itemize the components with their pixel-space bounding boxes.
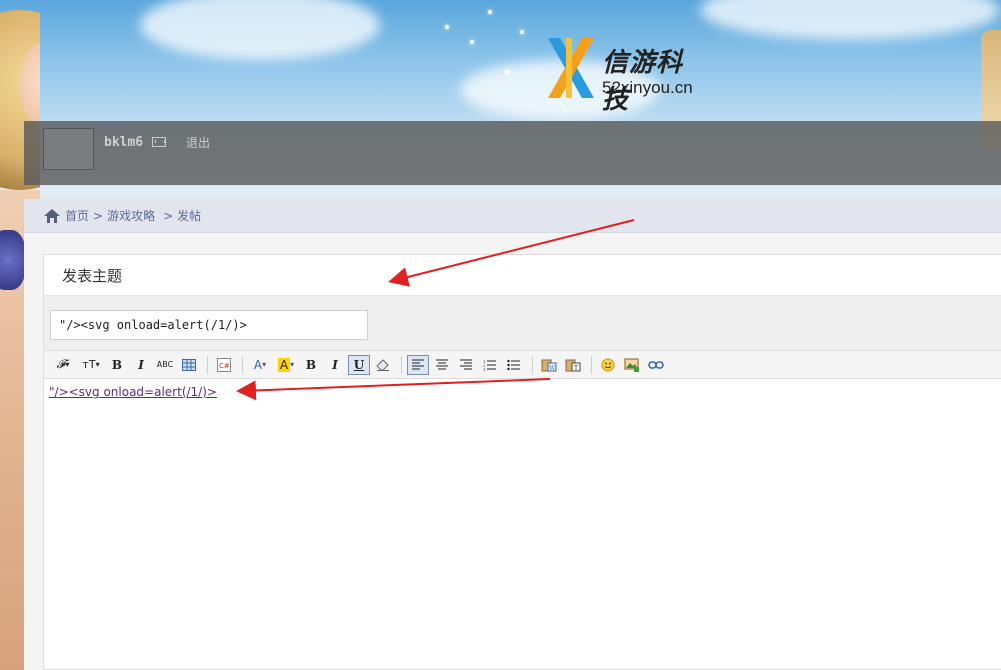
main-panel: 首页 > 游戏攻略 > 发帖 发表主题 𝓕▾ тT▾ B I ABC C# A▾… bbox=[24, 199, 1001, 670]
home-icon[interactable] bbox=[44, 208, 60, 223]
breadcrumb-separator: > bbox=[93, 208, 104, 223]
underline-button[interactable]: U bbox=[348, 354, 370, 375]
editor-text-link[interactable]: "/><svg onload=alert(/1/)> bbox=[49, 385, 217, 399]
toolbar-divider bbox=[591, 355, 592, 374]
subject-input[interactable] bbox=[50, 310, 368, 340]
paste-text-icon[interactable]: T bbox=[562, 355, 584, 375]
toolbar-divider bbox=[242, 355, 243, 374]
editor-content-area[interactable]: "/><svg onload=alert(/1/)> bbox=[44, 379, 1001, 639]
cloud bbox=[700, 0, 1000, 40]
post-form: 发表主题 𝓕▾ тT▾ B I ABC C# A▾ A▾ B I U bbox=[43, 254, 1001, 670]
toolbar-divider bbox=[207, 355, 208, 374]
toolbar-divider bbox=[532, 355, 533, 374]
sparkle bbox=[520, 30, 524, 34]
link-icon[interactable] bbox=[645, 355, 667, 375]
breadcrumb-current: 发帖 bbox=[177, 209, 202, 223]
svg-text:T: T bbox=[574, 365, 578, 372]
breadcrumb-home[interactable]: 首页 bbox=[65, 207, 89, 224]
align-right-icon[interactable] bbox=[455, 355, 477, 375]
italic-button[interactable]: I bbox=[130, 355, 152, 375]
username-link[interactable]: bklm6 bbox=[104, 135, 143, 150]
editor-toolbar: 𝓕 ▾ тT ▾ B I ABC C# A ▾ A ▾ B I U 1 2 3 … bbox=[44, 351, 1001, 379]
ordered-list-icon[interactable]: 123 bbox=[479, 355, 501, 375]
site-logo[interactable]: 信游科技 52xinyou.cn bbox=[546, 36, 706, 115]
eraser-icon[interactable] bbox=[372, 355, 394, 375]
font-size-icon[interactable]: тT ▾ bbox=[78, 355, 104, 375]
user-bar: bklm6 退出 bbox=[24, 121, 1001, 185]
sparkle bbox=[445, 25, 449, 29]
code-icon[interactable]: C# bbox=[213, 355, 235, 375]
sparkle bbox=[470, 40, 474, 44]
cloud bbox=[140, 0, 380, 60]
breadcrumb: 首页 > 游戏攻略 > 发帖 bbox=[24, 199, 1001, 233]
table-icon[interactable] bbox=[178, 355, 200, 375]
logout-link[interactable]: 退出 bbox=[186, 134, 210, 151]
svg-text:3: 3 bbox=[483, 367, 486, 371]
bold-button[interactable]: B bbox=[106, 355, 128, 375]
font-family-icon[interactable]: 𝓕 ▾ bbox=[50, 355, 76, 375]
sparkle bbox=[488, 10, 492, 14]
breadcrumb-category[interactable]: 游戏攻略 bbox=[107, 207, 155, 224]
breadcrumb-separator: > bbox=[163, 208, 174, 223]
align-left-icon[interactable] bbox=[407, 354, 429, 375]
message-icon[interactable] bbox=[152, 137, 166, 147]
svg-text:W: W bbox=[549, 365, 556, 372]
unordered-list-icon[interactable] bbox=[503, 355, 525, 375]
smiley-icon[interactable] bbox=[597, 355, 619, 375]
page-title: 发表主题 bbox=[44, 255, 1001, 296]
svg-text:C#: C# bbox=[219, 362, 230, 370]
x-logo-icon bbox=[548, 38, 594, 98]
italic-button-2[interactable]: I bbox=[324, 355, 346, 375]
image-icon[interactable] bbox=[621, 355, 643, 375]
strikethrough-button[interactable]: ABC bbox=[154, 355, 176, 375]
bold-button-2[interactable]: B bbox=[300, 355, 322, 375]
background-color-button[interactable]: A ▾ bbox=[274, 355, 298, 375]
toolbar-divider bbox=[401, 355, 402, 374]
paste-word-icon[interactable]: W bbox=[538, 355, 560, 375]
align-center-icon[interactable] bbox=[431, 355, 453, 375]
avatar[interactable] bbox=[43, 128, 94, 170]
logo-english-text: 52xinyou.cn bbox=[602, 78, 693, 97]
sparkle bbox=[505, 70, 509, 74]
subject-row bbox=[44, 296, 1001, 351]
font-color-button[interactable]: A ▾ bbox=[248, 355, 272, 375]
